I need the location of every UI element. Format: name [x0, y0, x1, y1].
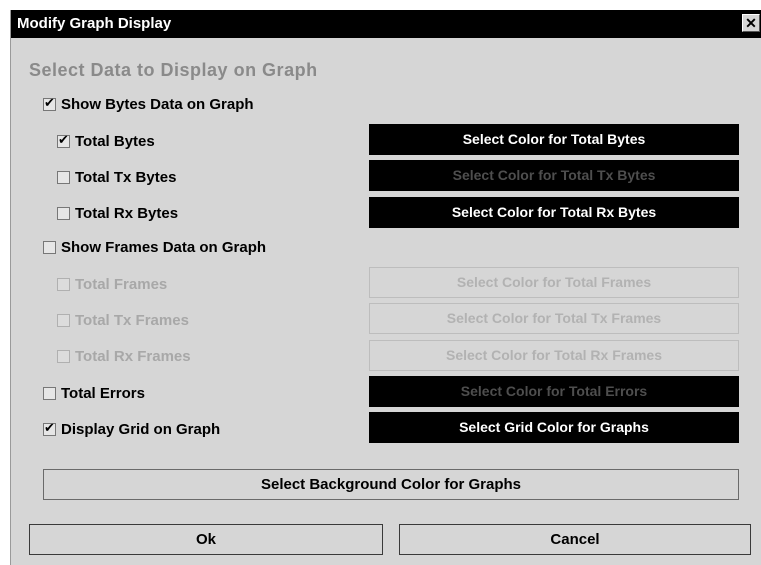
total-errors-checkbox[interactable] [43, 387, 56, 400]
total-frames-color-button: Select Color for Total Frames [369, 267, 739, 298]
total-bytes-color-button[interactable]: Select Color for Total Bytes [369, 124, 739, 155]
total-bytes-checkbox[interactable] [57, 132, 70, 148]
total-tx-frames-label: Total Tx Frames [75, 312, 189, 329]
cancel-button[interactable]: Cancel [399, 524, 751, 555]
show-frames-checkbox[interactable] [43, 241, 56, 254]
total-bytes-label: Total Bytes [75, 133, 155, 150]
show-frames-label: Show Frames Data on Graph [61, 239, 267, 256]
show-bytes-label: Show Bytes Data on Graph [61, 96, 254, 113]
total-tx-frames-color-button: Select Color for Total Tx Frames [369, 303, 739, 334]
total-rx-frames-color-button: Select Color for Total Rx Frames [369, 340, 739, 371]
total-rx-bytes-checkbox[interactable] [57, 207, 70, 220]
total-errors-label: Total Errors [61, 385, 145, 402]
total-errors-color-button[interactable]: Select Color for Total Errors [369, 376, 739, 407]
total-tx-bytes-label: Total Tx Bytes [75, 169, 177, 186]
display-grid-checkbox[interactable] [43, 420, 56, 436]
ok-button[interactable]: Ok [29, 524, 383, 555]
modify-graph-display-dialog: Modify Graph Display ✕ Select Data to Di… [10, 10, 761, 565]
grid-color-button[interactable]: Select Grid Color for Graphs [369, 412, 739, 443]
title-bar[interactable]: Modify Graph Display ✕ [11, 10, 761, 38]
section-heading: Select Data to Display on Graph [29, 60, 318, 80]
display-grid-label: Display Grid on Graph [61, 421, 221, 438]
dialog-title: Modify Graph Display [17, 15, 172, 32]
total-rx-frames-checkbox [57, 350, 70, 363]
show-bytes-checkbox[interactable] [43, 95, 56, 111]
total-frames-label: Total Frames [75, 276, 168, 293]
total-rx-bytes-label: Total Rx Bytes [75, 205, 179, 222]
total-rx-bytes-color-button[interactable]: Select Color for Total Rx Bytes [369, 197, 739, 228]
total-tx-bytes-checkbox[interactable] [57, 171, 70, 184]
total-tx-frames-checkbox [57, 314, 70, 327]
background-color-button[interactable]: Select Background Color for Graphs [43, 469, 739, 500]
close-icon[interactable]: ✕ [742, 14, 760, 32]
total-rx-frames-label: Total Rx Frames [75, 348, 191, 365]
total-tx-bytes-color-button[interactable]: Select Color for Total Tx Bytes [369, 160, 739, 191]
total-frames-checkbox [57, 278, 70, 291]
